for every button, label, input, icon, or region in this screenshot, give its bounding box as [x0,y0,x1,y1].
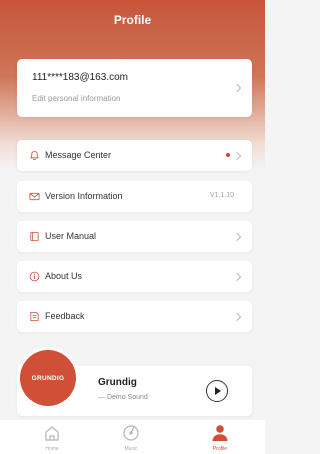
album-cover[interactable]: GRUNDIG [20,350,76,406]
bell-icon [30,150,39,161]
tab-home[interactable]: Home [22,420,82,454]
music-icon [123,425,139,441]
menu-item-version-information[interactable]: Version Information V1.1.10 [17,181,252,212]
bottom-tab-bar: Home Music Profile [0,420,265,454]
tab-profile[interactable]: Profile [190,420,250,454]
tab-music[interactable]: Music [101,420,161,454]
envelope-icon [29,192,40,201]
menu-label: Message Center [45,150,112,160]
menu-label: Feedback [45,311,85,321]
menu-label: About Us [45,271,83,281]
info-icon [29,271,40,282]
play-button[interactable] [206,380,228,402]
account-email: 111****183@163.com [32,72,128,83]
track-title: Grundig [98,377,137,388]
edit-profile-hint: Edit personal information [32,94,121,103]
version-number: V1.1.10 [209,192,234,199]
unread-badge [226,153,230,157]
menu-item-user-manual[interactable]: User Manual [17,221,252,252]
chevron-right-icon [232,232,242,241]
album-logo-text: GRUNDIG [31,374,65,382]
person-icon [212,425,228,441]
menu-item-feedback[interactable]: Feedback [17,301,252,332]
tab-label: Music [124,446,138,452]
profile-card[interactable]: 111****183@163.com Edit personal informa… [17,59,252,117]
menu-item-message-center[interactable]: Message Center [17,140,252,171]
chevron-right-icon [232,312,242,321]
book-icon [30,231,39,242]
chevron-right-icon [232,151,242,160]
page-title: Profile [113,13,152,27]
tab-label: Profile [212,446,228,452]
chevron-right-icon [232,83,242,93]
menu-label: Version Information [45,191,123,201]
chevron-right-icon [232,272,242,281]
home-icon [45,426,59,441]
track-subtitle: — Demo Sound [98,394,148,401]
tab-label: Home [45,446,59,452]
menu-item-about-us[interactable]: About Us [17,261,252,292]
feedback-icon [30,311,39,322]
menu-label: User Manual [45,231,97,241]
